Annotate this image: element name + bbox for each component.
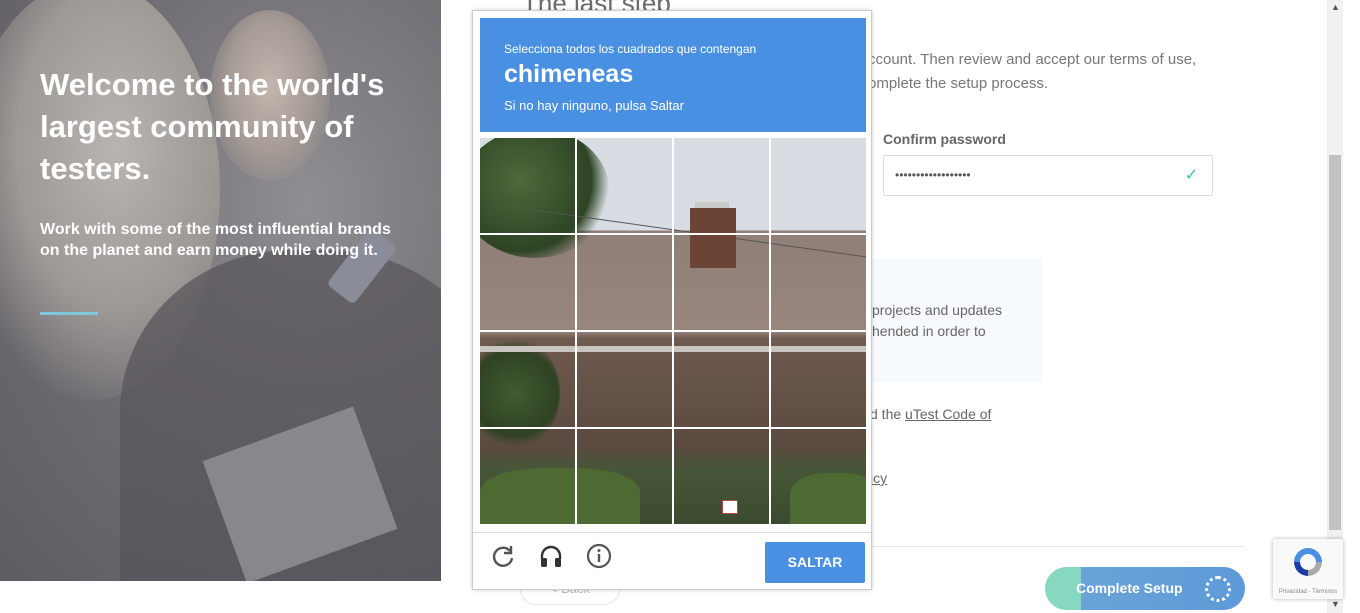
- form-description: ccount. Then review and accept our terms…: [868, 51, 1197, 92]
- captcha-hint: Si no hay ninguno, pulsa Saltar: [504, 98, 684, 113]
- code-of-conduct-link[interactable]: uTest Code of: [905, 406, 991, 422]
- info-icon[interactable]: [586, 543, 612, 569]
- loading-spinner-icon: [1205, 576, 1231, 602]
- complete-setup-label: Complete Setup: [1076, 580, 1183, 596]
- captcha-tile[interactable]: [771, 138, 866, 234]
- confirm-password-value: ••••••••••••••••••: [895, 168, 971, 182]
- confirm-password-label: Confirm password: [883, 131, 1006, 147]
- privacy-policy-link[interactable]: icy: [870, 470, 887, 486]
- captcha-header: Selecciona todos los cuadrados que conte…: [480, 18, 866, 132]
- captcha-instruction: Selecciona todos los cuadrados que conte…: [504, 42, 757, 56]
- captcha-tile[interactable]: [771, 429, 866, 524]
- reload-icon[interactable]: [490, 543, 516, 569]
- check-icon: ✓: [1184, 167, 1198, 184]
- captcha-tile[interactable]: [771, 332, 866, 428]
- recaptcha-badge[interactable]: Privacidad - Términos: [1273, 539, 1343, 599]
- captcha-modal: Selecciona todos los cuadrados que conte…: [472, 10, 872, 590]
- captcha-tile[interactable]: [674, 138, 770, 234]
- complete-setup-button[interactable]: Complete Setup: [1045, 567, 1245, 610]
- notification-text: projects and updates hended in order to: [872, 302, 1002, 339]
- form-divider: [872, 546, 1244, 547]
- recaptcha-logo-icon: [1294, 548, 1322, 576]
- page-scrollbar[interactable]: ▲ ▼: [1327, 0, 1343, 613]
- captcha-target: chimeneas: [504, 60, 634, 88]
- captcha-tile[interactable]: [577, 138, 673, 234]
- hero-panel: Welcome to the world's largest community…: [0, 0, 441, 581]
- hero-title: Welcome to the world's largest community…: [40, 67, 385, 186]
- captcha-tile[interactable]: [577, 235, 673, 331]
- captcha-tile[interactable]: [577, 429, 673, 524]
- code-of-conduct-text: d the uTest Code of: [870, 406, 991, 422]
- captcha-tile[interactable]: [674, 332, 770, 428]
- confirm-password-field[interactable]: •••••••••••••••••• ✓: [883, 155, 1213, 196]
- hero-divider: [40, 312, 98, 315]
- captcha-tile[interactable]: [480, 235, 576, 331]
- scroll-up-icon[interactable]: ▲: [1331, 2, 1340, 12]
- captcha-tile[interactable]: [480, 332, 576, 428]
- headphones-icon[interactable]: [538, 543, 564, 569]
- captcha-tile[interactable]: [577, 332, 673, 428]
- captcha-tile[interactable]: [480, 429, 576, 524]
- captcha-tile[interactable]: [674, 429, 770, 524]
- code-of-conduct-prefix: d the: [870, 406, 906, 422]
- captcha-tile[interactable]: [771, 235, 866, 331]
- scroll-down-icon[interactable]: ▼: [1331, 599, 1340, 609]
- captcha-tile[interactable]: [674, 235, 770, 331]
- skip-button[interactable]: SALTAR: [765, 542, 865, 583]
- captcha-footer: SALTAR: [473, 532, 871, 590]
- captcha-image-grid: [480, 138, 866, 524]
- recaptcha-links[interactable]: Privacidad - Términos: [1273, 589, 1343, 595]
- scrollbar-thumb[interactable]: [1329, 155, 1341, 530]
- captcha-tile[interactable]: [480, 138, 576, 234]
- hero-subtitle: Work with some of the most influential b…: [40, 221, 391, 259]
